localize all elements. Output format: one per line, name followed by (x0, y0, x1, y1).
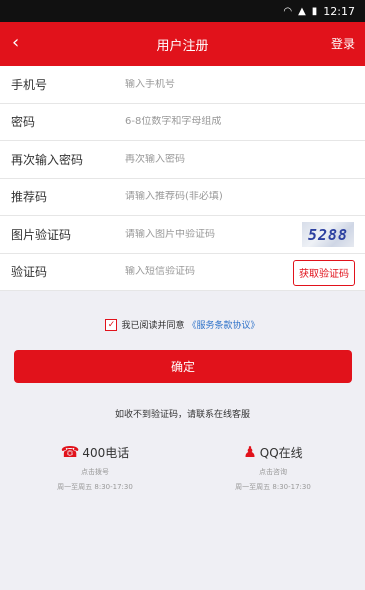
sms-code-label: 验证码 (11, 265, 48, 280)
qq-icon: ♟ (243, 443, 257, 461)
captcha-image[interactable]: 5288 (302, 222, 354, 247)
register-form: 手机号 密码 再次输入密码 推荐码 图片验证码 5288 验证码 获取验证码 (0, 66, 365, 291)
terms-link[interactable]: 《服务条款协议》 (188, 318, 260, 331)
phone-contact-sub: 点击拨号 (81, 468, 109, 476)
agree-checkbox[interactable]: ✓ (105, 318, 118, 331)
battery-icon: ▮ (311, 5, 318, 17)
password-input[interactable] (125, 116, 365, 128)
password-row: 密码 (0, 104, 365, 141)
confirm-password-row: 再次输入密码 (0, 141, 365, 179)
page-title: 用户注册 (156, 38, 209, 54)
image-captcha-label: 图片验证码 (11, 227, 72, 242)
phone-label: 手机号 (11, 77, 48, 92)
referral-input[interactable] (125, 191, 365, 203)
sms-code-row: 验证码 获取验证码 (0, 254, 365, 291)
phone-contact-label: 400电话 (82, 445, 130, 460)
phone-row: 手机号 (0, 66, 365, 104)
phone-contact[interactable]: ☎ 400电话 点击拨号 周一至周五 8:30-17:30 (25, 443, 165, 492)
back-arrow-icon[interactable]: ‹ (12, 32, 19, 54)
agreement-text: 我已阅读并同意 (121, 321, 185, 331)
qq-contact-label: QQ在线 (259, 445, 303, 460)
confirm-password-label: 再次输入密码 (11, 152, 84, 167)
referral-row: 推荐码 (0, 179, 365, 216)
nav-bar: ‹ 用户注册 登录 (0, 22, 365, 66)
qq-contact-hours: 周一至周五 8:30-17:30 (235, 483, 311, 491)
phone-input[interactable] (125, 78, 365, 90)
get-code-button[interactable]: 获取验证码 (293, 259, 355, 286)
referral-label: 推荐码 (11, 190, 48, 205)
qq-contact[interactable]: ♟ QQ在线 点击咨询 周一至周五 8:30-17:30 (203, 443, 343, 492)
support-hint: 如收不到验证码，请联系在线客服 (114, 410, 250, 420)
phone-contact-hours: 周一至周五 8:30-17:30 (57, 483, 133, 491)
phone-icon: ☎ (60, 443, 80, 461)
qq-contact-title: ♟ QQ在线 (203, 443, 343, 461)
confirm-password-input[interactable] (125, 153, 365, 165)
wifi-icon: ◠ (283, 5, 293, 17)
password-label: 密码 (11, 115, 36, 130)
phone-contact-title: ☎ 400电话 (25, 443, 165, 461)
qq-contact-sub: 点击咨询 (259, 468, 287, 476)
status-bar: ◠ ▲ ▮ 12:17 (0, 0, 365, 22)
status-time: 12:17 (323, 4, 355, 18)
confirm-button[interactable]: 确定 (14, 350, 352, 383)
image-captcha-row: 图片验证码 5288 (0, 216, 365, 254)
signal-icon: ▲ (298, 5, 306, 17)
agreement: ✓ 我已阅读并同意 《服务条款协议》 (0, 318, 365, 331)
login-link[interactable]: 登录 (331, 35, 355, 52)
